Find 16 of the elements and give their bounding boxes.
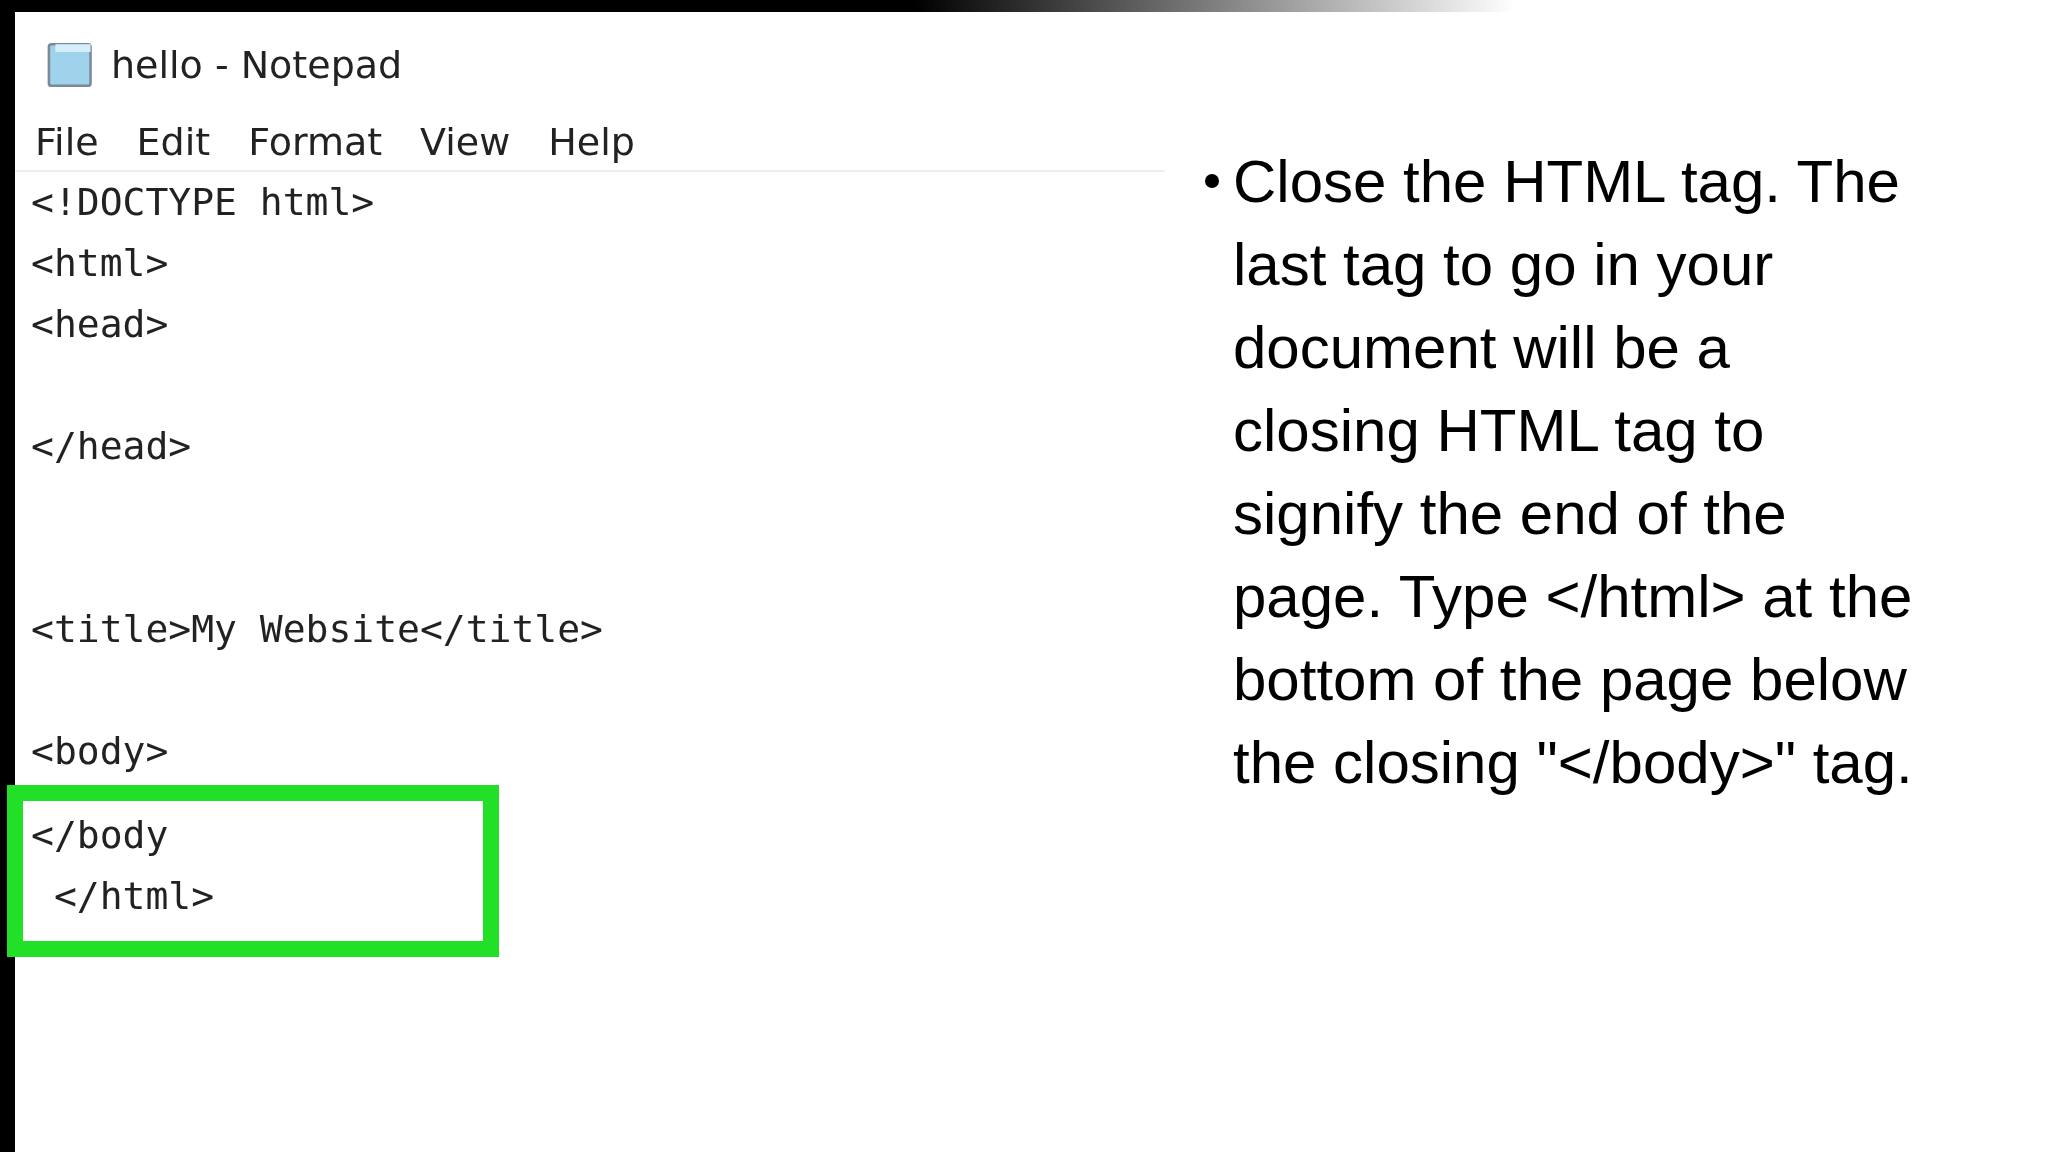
code-line: </body xyxy=(31,813,169,857)
window-title: hello - Notepad xyxy=(111,43,403,87)
code-line: <html> xyxy=(31,241,169,285)
menu-item[interactable]: Edit xyxy=(136,120,211,164)
bullet-icon xyxy=(1205,174,1219,188)
code-line: <body> xyxy=(31,729,169,773)
menu-item[interactable]: Format xyxy=(248,120,383,164)
code-line: <head> xyxy=(31,302,169,346)
code-line: <!DOCTYPE html> xyxy=(31,180,375,224)
bullet-text: Close the HTML tag. The last tag to go in your document will be a closing HTML tag to signify the end of the page. Type </html> at the bottom of the page below the closing "</body>" tag. xyxy=(1233,147,1914,798)
code-line: <title>My Website</title> xyxy=(31,607,603,651)
menu-item[interactable]: Help xyxy=(548,120,635,164)
menu-item[interactable]: View xyxy=(420,120,511,164)
code-line: </head> xyxy=(31,424,192,468)
menu-item[interactable]: File xyxy=(35,120,99,164)
code-line: </html> xyxy=(52,874,215,918)
